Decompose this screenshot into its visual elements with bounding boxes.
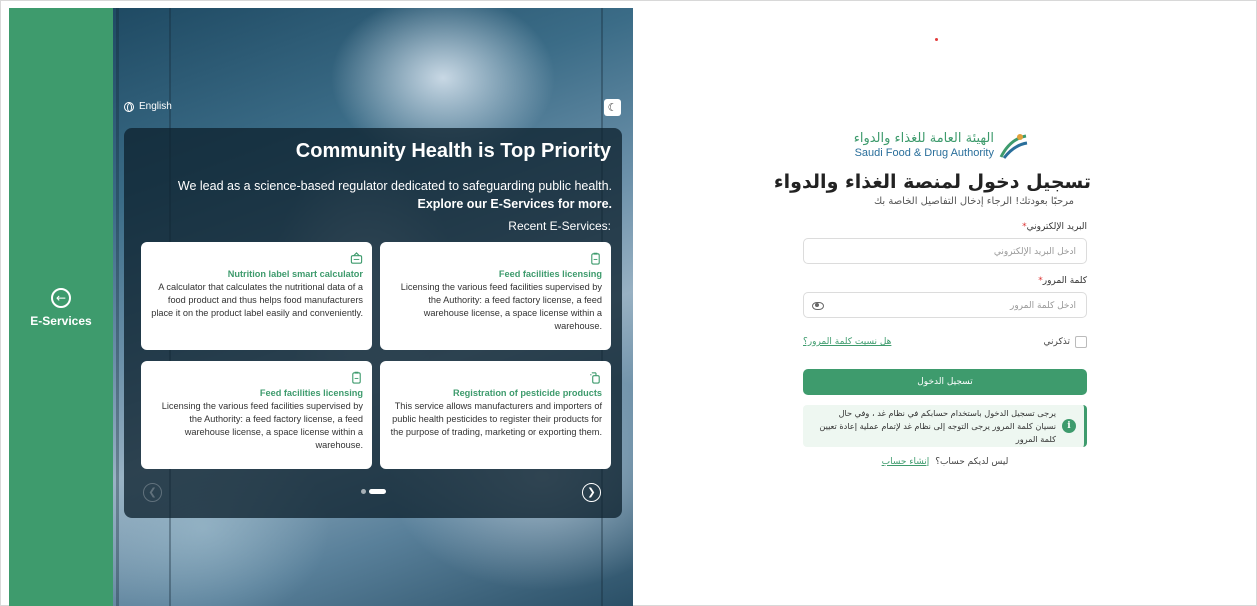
email-field[interactable] [804, 240, 1086, 264]
no-account-text: ليس لديكم حساب؟ [935, 457, 1009, 467]
login-title: تسجيل دخول لمنصة الغذاء والدواء [773, 171, 1091, 193]
carousel-dot[interactable] [361, 489, 366, 494]
carousel-next-button[interactable]: ❯ [582, 483, 601, 502]
carousel-dots [361, 489, 386, 494]
language-label: English [139, 101, 172, 112]
moon-icon: ☾ [607, 101, 618, 114]
password-label: كلمة المرور* [1038, 276, 1087, 286]
hero-subtitle-text: We lead as a science-based regulator ded… [177, 179, 612, 193]
service-card-title: Registration of pesticide products [452, 388, 602, 398]
service-card-title: Feed facilities licensing [498, 269, 602, 279]
service-card-description: A calculator that calculates the nutriti… [151, 282, 363, 318]
email-label: البريد الإلكتروني* [1022, 222, 1087, 232]
eservices-overlay: Community Health is Top Priority We lead… [124, 128, 622, 518]
eservices-label: E-Services [30, 314, 92, 328]
service-card[interactable]: Registration of pesticide products This … [380, 361, 611, 469]
eservices-rail: ← E-Services [9, 8, 113, 606]
arrow-left-circle-icon: ← [51, 288, 71, 308]
checkbox-box[interactable] [1075, 336, 1087, 348]
login-button[interactable]: تسجيل الدخول [803, 369, 1087, 395]
service-card[interactable]: Feed facilities licensing Licensing the … [380, 242, 611, 350]
globe-icon [124, 101, 134, 112]
pesticide-icon [389, 369, 602, 385]
service-card-description: Licensing the various feed facilities su… [161, 401, 363, 450]
service-card-description: Licensing the various feed facilities su… [400, 282, 602, 331]
remember-me-checkbox[interactable]: تذكرني [1043, 336, 1087, 348]
recent-eservices-label: Recent E-Services: [508, 219, 611, 233]
theme-toggle-button[interactable]: ☾ [604, 99, 621, 116]
red-dot-marker [935, 38, 938, 41]
hero-subtitle-bold: Explore our E-Services for more. [417, 197, 612, 211]
logo-english-text: Saudi Food & Drug Authority [854, 147, 994, 159]
service-card-title: Feed facilities licensing [259, 388, 363, 398]
password-field[interactable] [804, 294, 1086, 318]
chevron-left-icon: ❮ [148, 487, 157, 498]
create-account-link[interactable]: إنشاء حساب [882, 457, 930, 467]
hero-subtitle: We lead as a science-based regulator ded… [134, 177, 612, 213]
forgot-password-link[interactable]: هل نسيت كلمة المرور؟ [803, 337, 891, 347]
signup-row: ليس لديكم حساب؟ إنشاء حساب [803, 457, 1087, 467]
carousel-prev-button[interactable]: ❮ [143, 483, 162, 502]
service-card-description: This service allows manufacturers and im… [390, 401, 602, 437]
sfda-logo-mark-icon [999, 134, 1028, 159]
info-alert: i يرجى تسجيل الدخول باستخدام حسابكم في ن… [803, 405, 1087, 447]
welcome-text: مرحبًا بعودتك! الرجاء إدخال التفاصيل الخ… [873, 196, 1074, 207]
service-card[interactable]: Nutrition label smart calculator A calcu… [141, 242, 372, 350]
language-switch[interactable]: English [124, 101, 172, 112]
hero-panel: English ☾ Community Health is Top Priori… [113, 8, 633, 606]
login-form: تسجيل دخول لمنصة الغذاء والدواء مرحبًا ب… [774, 171, 1091, 467]
info-alert-text: يرجى تسجيل الدخول باستخدام حسابكم في نظا… [819, 407, 1056, 444]
eservices-button[interactable]: ← E-Services [9, 288, 113, 328]
password-field-wrapper [803, 292, 1087, 318]
login-page: ← E-Services English ☾ Community Health … [0, 0, 1257, 606]
email-field-wrapper [803, 238, 1087, 264]
eye-icon[interactable] [812, 300, 824, 310]
logo-arabic-text: الهيئة العامة للغذاء والدواء [853, 131, 994, 146]
remember-me-label: تذكرني [1043, 337, 1071, 347]
service-card-title: Nutrition label smart calculator [227, 269, 363, 279]
chevron-right-icon: ❯ [587, 487, 596, 498]
hero-title: Community Health is Top Priority [295, 140, 611, 162]
background-line [116, 8, 119, 606]
service-card[interactable]: Feed facilities licensing Licensing the … [141, 361, 372, 469]
feed-facility-icon [150, 369, 363, 385]
nutrition-label-icon [150, 250, 363, 266]
info-icon: i [1062, 419, 1076, 433]
carousel-dot-active[interactable] [369, 489, 386, 494]
remember-row: تذكرني هل نسيت كلمة المرور؟ [803, 335, 1087, 349]
sfda-logo: الهيئة العامة للغذاء والدواء Saudi Food … [838, 128, 1028, 164]
feed-facility-icon [389, 250, 602, 266]
